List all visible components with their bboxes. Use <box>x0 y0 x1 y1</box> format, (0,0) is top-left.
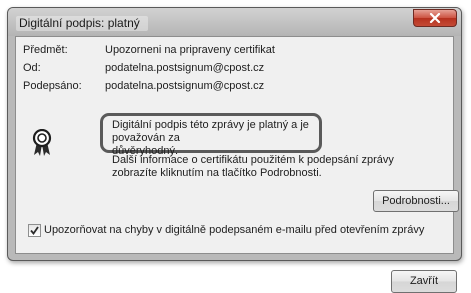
close-window-button[interactable] <box>413 9 457 27</box>
status-line-1: Digitální podpis této zprávy je platný a… <box>112 119 309 144</box>
close-icon <box>429 13 441 23</box>
details-button[interactable]: Podrobnosti... <box>373 190 459 212</box>
info-line-1: Další informace o certifikátu použitém k… <box>112 154 394 166</box>
subject-label: Předmět: <box>23 44 68 56</box>
certificate-info-text: Další informace o certifikátu použitém k… <box>112 154 442 180</box>
warn-errors-label[interactable]: Upozorňovat na chyby v digitálně podepsa… <box>44 223 424 237</box>
signature-status-text: Digitální podpis této zprávy je platný a… <box>112 119 312 158</box>
dialog-content: Předmět: Upozorneni na pripraveny certif… <box>15 36 459 293</box>
info-line-2: zobrazíte kliknutím na tlačítko Podrobno… <box>112 167 322 179</box>
title-bar[interactable]: Digitální podpis: platný <box>8 8 461 36</box>
window-title: Digitální podpis: platný <box>16 16 148 31</box>
signed-by-label: Podepsáno: <box>23 80 82 92</box>
subject-value: Upozorneni na pripraveny certifikat <box>105 44 275 56</box>
signed-by-value: podatelna.postsignum@cpost.cz <box>105 80 265 92</box>
checkmark-icon <box>30 226 39 235</box>
award-ribbon-icon <box>32 128 52 160</box>
signature-dialog: Digitální podpis: platný Předmět: Upozor… <box>7 7 462 293</box>
from-value: podatelna.postsignum@cpost.cz <box>105 62 265 74</box>
close-button[interactable]: Zavřít <box>391 270 457 293</box>
from-label: Od: <box>23 62 41 74</box>
warn-errors-checkbox[interactable] <box>28 224 41 237</box>
